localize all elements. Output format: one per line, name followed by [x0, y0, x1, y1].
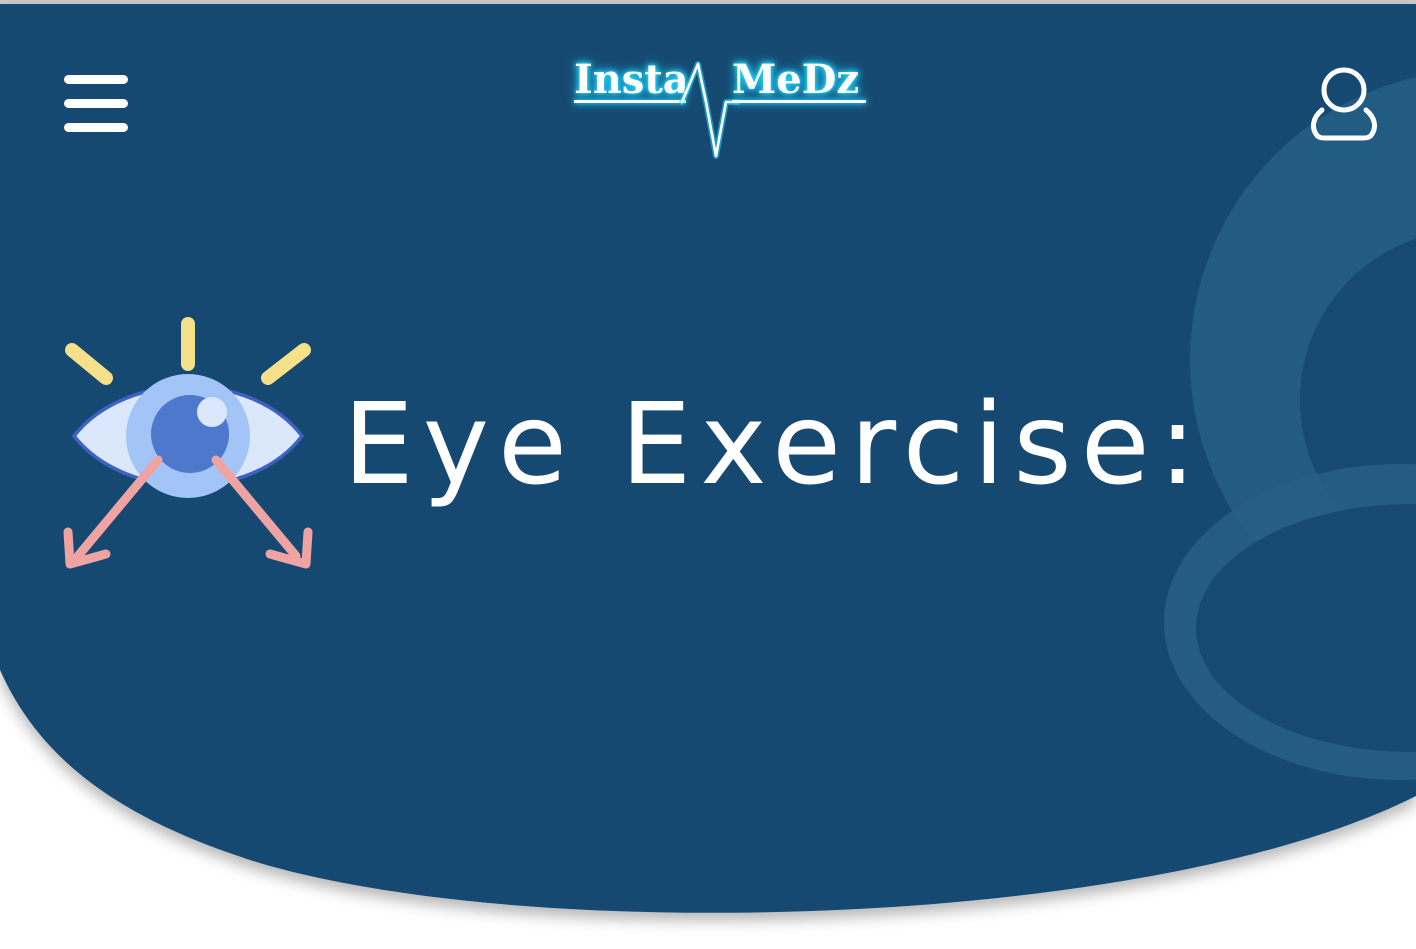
eye-exercise-icon: [63, 317, 313, 569]
menu-button[interactable]: [60, 70, 132, 138]
page: Insta MeDz Eye Exercise:: [0, 0, 1416, 949]
profile-button[interactable]: [1304, 62, 1384, 146]
logo-left-word: Insta: [574, 56, 689, 103]
logo-right-word: MeDz: [732, 56, 860, 103]
user-profile-icon: [1311, 67, 1377, 141]
logo[interactable]: Insta MeDz: [560, 50, 880, 165]
logo-underline-right: [732, 100, 866, 103]
page-title: Eye Exercise:: [343, 380, 1206, 510]
logo-underline-left: [574, 100, 686, 103]
